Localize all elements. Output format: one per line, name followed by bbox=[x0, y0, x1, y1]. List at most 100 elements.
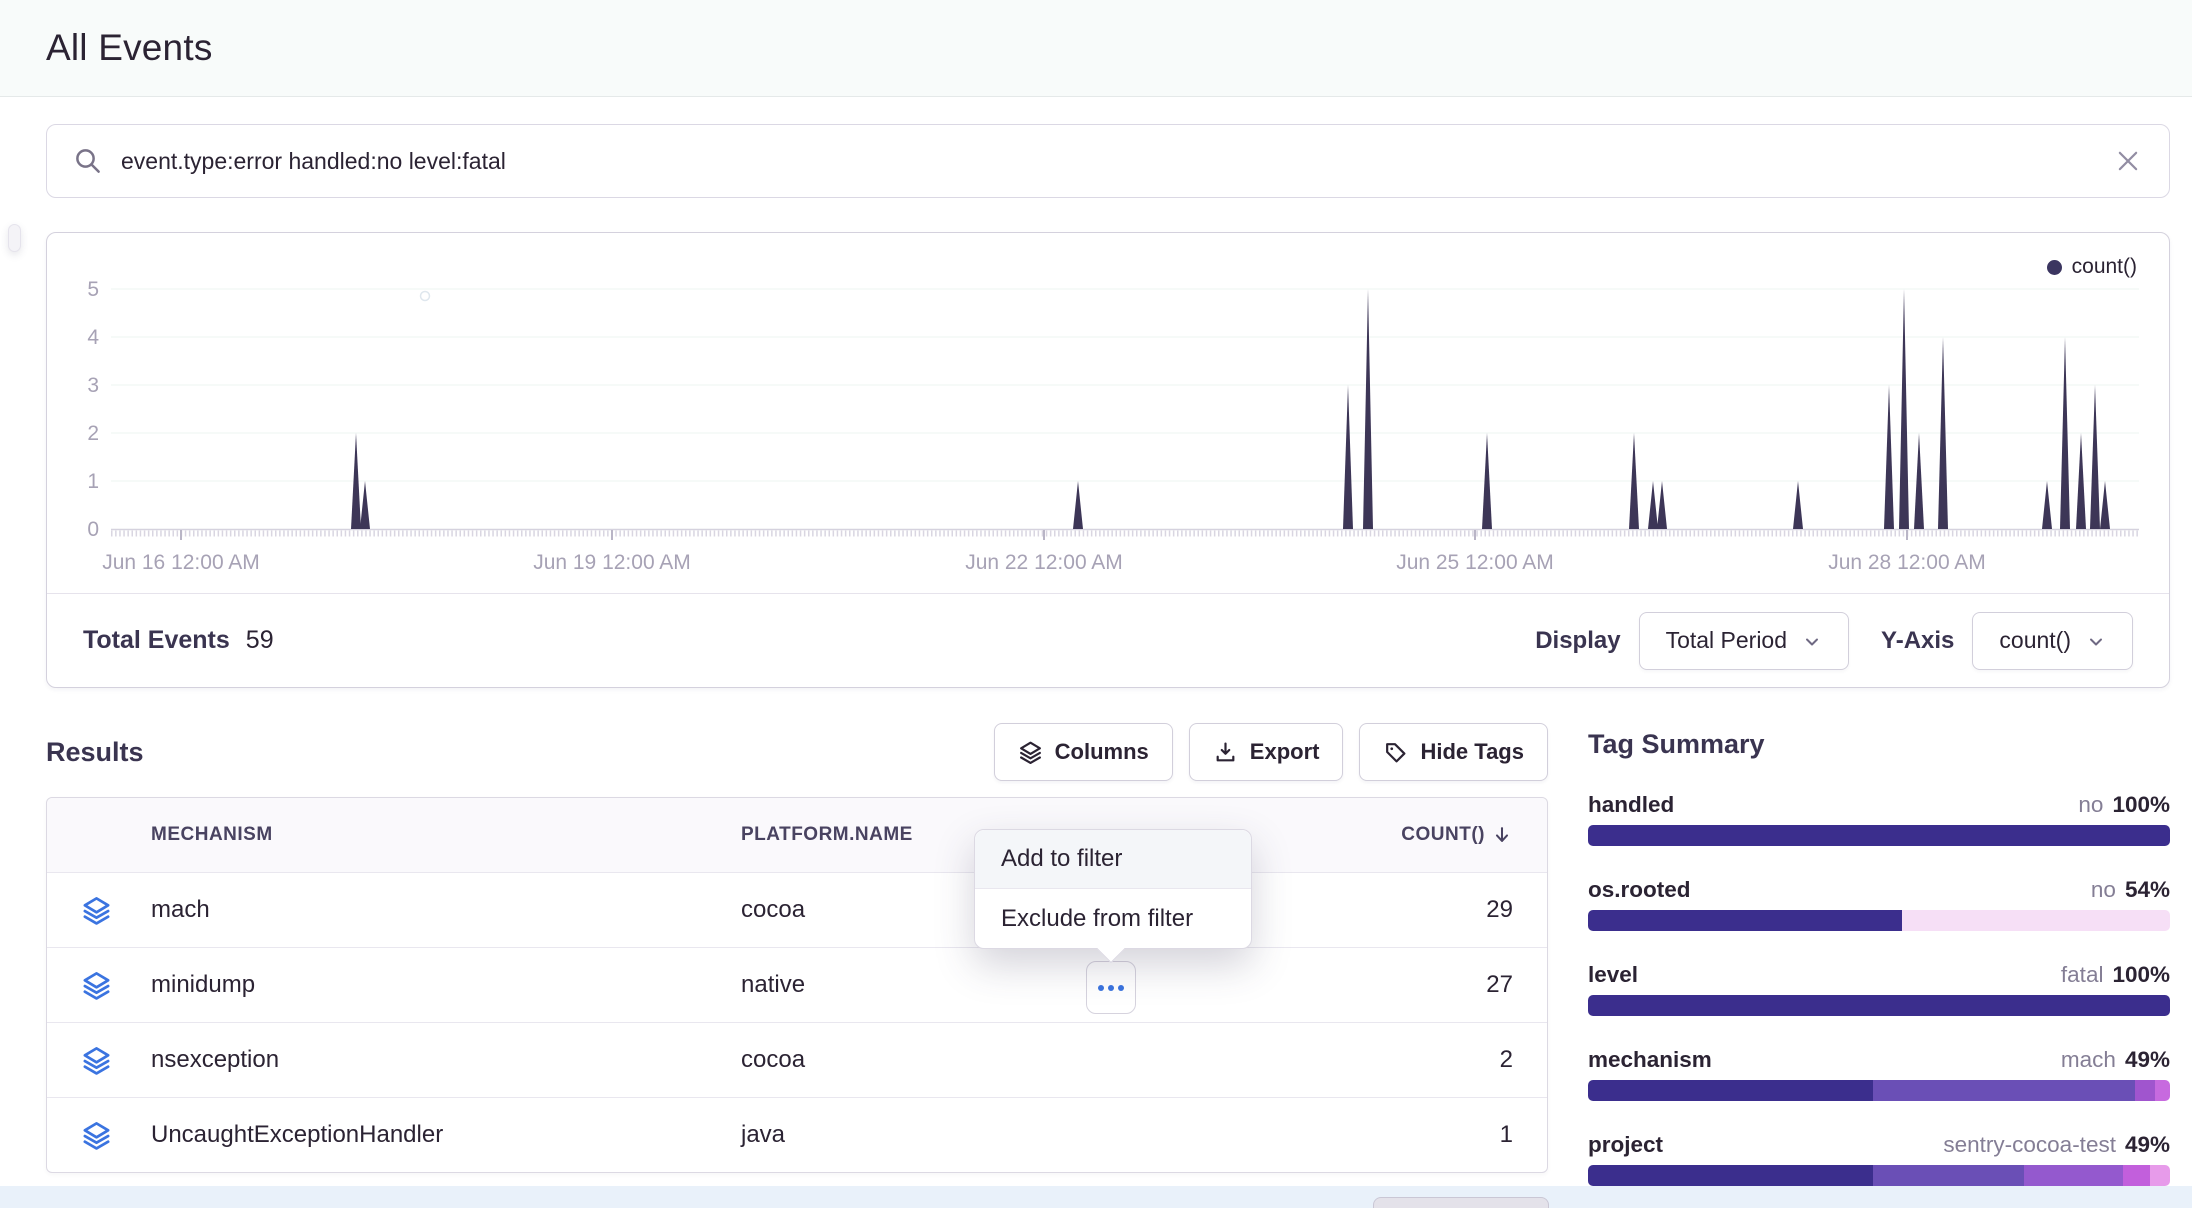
table-row[interactable]: nsexceptioncocoa2 bbox=[47, 1022, 1547, 1097]
x-axis-tick-label: Jun 16 12:00 AM bbox=[102, 551, 260, 574]
tag-distribution-bar[interactable] bbox=[1588, 825, 2170, 846]
columns-button[interactable]: Columns bbox=[994, 723, 1173, 781]
table-header-row: MECHANISM PLATFORM.NAME COUNT() bbox=[47, 798, 1547, 872]
tag-name: mechanism bbox=[1588, 1046, 1712, 1073]
chart-legend-count[interactable]: count() bbox=[2047, 255, 2137, 279]
cell-mechanism[interactable]: UncaughtExceptionHandler bbox=[151, 1121, 741, 1149]
hide-tags-button[interactable]: Hide Tags bbox=[1359, 723, 1548, 781]
x-axis-tick-label: Jun 25 12:00 AM bbox=[1396, 551, 1554, 574]
tag-bar-segment bbox=[1588, 825, 2170, 846]
pagination-button-cutoff[interactable] bbox=[1373, 1197, 1549, 1208]
stack-icon bbox=[81, 970, 151, 1001]
tag-icon bbox=[1383, 740, 1408, 765]
total-events-label: Total Events bbox=[83, 626, 230, 655]
stack-icon bbox=[81, 895, 151, 926]
chart-spike bbox=[360, 481, 370, 529]
search-input[interactable] bbox=[121, 148, 2113, 175]
clear-search-icon[interactable] bbox=[2113, 146, 2143, 176]
legend-dot-icon bbox=[2047, 260, 2062, 275]
tag-distribution-bar[interactable] bbox=[1588, 995, 2170, 1016]
dot-icon bbox=[1098, 985, 1104, 991]
menu-item-add-to-filter[interactable]: Add to filter bbox=[975, 830, 1251, 889]
column-header-count-sorted[interactable]: COUNT() bbox=[1283, 824, 1513, 846]
y-axis-tick-label: 4 bbox=[87, 326, 99, 349]
table-row[interactable]: machcocoa29 bbox=[47, 872, 1547, 947]
display-select-value: Total Period bbox=[1666, 627, 1787, 654]
chart-footer: Total Events 59 Display Total Period Y-A… bbox=[47, 593, 2169, 687]
cell-platform-name[interactable]: native bbox=[741, 971, 1283, 999]
search-icon bbox=[73, 146, 103, 176]
events-chart-panel: 012345Jun 16 12:00 AMJun 19 12:00 AMJun … bbox=[46, 232, 2170, 688]
tag-top-value: fatal bbox=[2061, 961, 2104, 988]
cell-mechanism[interactable]: minidump bbox=[151, 971, 741, 999]
chart-spike bbox=[1073, 481, 1083, 529]
total-events-value: 59 bbox=[246, 626, 274, 655]
stack-icon bbox=[81, 1045, 151, 1076]
table-row[interactable]: UncaughtExceptionHandlerjava1 bbox=[47, 1097, 1547, 1172]
cell-mechanism[interactable]: mach bbox=[151, 896, 741, 924]
cell-actions-ellipsis-button[interactable] bbox=[1086, 961, 1136, 1014]
cell-actions-menu: Add to filter Exclude from filter bbox=[974, 829, 1252, 949]
hide-tags-button-label: Hide Tags bbox=[1420, 739, 1524, 765]
column-header-mechanism[interactable]: MECHANISM bbox=[151, 824, 741, 846]
search-bar[interactable] bbox=[46, 124, 2170, 198]
download-icon bbox=[1213, 740, 1238, 765]
tag-name: handled bbox=[1588, 791, 1674, 818]
display-select[interactable]: Total Period bbox=[1639, 612, 1849, 670]
chart-spike bbox=[1793, 481, 1803, 529]
tag-top-value: mach bbox=[2061, 1046, 2116, 1073]
yaxis-select[interactable]: count() bbox=[1972, 612, 2133, 670]
tag-summary-panel: Tag Summary handledno100%os.rootedno54%l… bbox=[1588, 727, 2170, 1186]
cell-count[interactable]: 1 bbox=[1283, 1121, 1513, 1149]
cell-count[interactable]: 27 bbox=[1283, 971, 1513, 999]
chart-spike bbox=[1884, 385, 1894, 529]
cell-count[interactable]: 29 bbox=[1283, 896, 1513, 924]
tag-distribution-bar[interactable] bbox=[1588, 1165, 2170, 1186]
chart-spike bbox=[2100, 481, 2110, 529]
tag-name: project bbox=[1588, 1131, 1663, 1158]
dot-icon bbox=[1108, 985, 1114, 991]
chart-canvas: 012345Jun 16 12:00 AMJun 19 12:00 AMJun … bbox=[47, 233, 2169, 593]
tag-bar-segment bbox=[2024, 1165, 2123, 1186]
export-button[interactable]: Export bbox=[1189, 723, 1344, 781]
export-button-label: Export bbox=[1250, 739, 1320, 765]
tag-bar-segment bbox=[1588, 1165, 1873, 1186]
events-chart[interactable]: 012345Jun 16 12:00 AMJun 19 12:00 AMJun … bbox=[47, 233, 2169, 593]
tag-percent: 54% bbox=[2125, 876, 2170, 903]
results-heading: Results bbox=[46, 737, 144, 768]
cell-count[interactable]: 2 bbox=[1283, 1046, 1513, 1074]
tag-summary-row: mechanism mach 49% bbox=[1588, 1046, 2170, 1101]
stack-icon bbox=[1018, 740, 1043, 765]
x-axis-tick-label: Jun 22 12:00 AM bbox=[965, 551, 1123, 574]
columns-button-label: Columns bbox=[1055, 739, 1149, 765]
total-events: Total Events 59 bbox=[83, 626, 274, 655]
yaxis-label: Y-Axis bbox=[1881, 627, 1954, 655]
cell-platform-name[interactable]: java bbox=[741, 1121, 1283, 1149]
page-header: All Events bbox=[0, 0, 2192, 97]
y-axis-tick-label: 0 bbox=[87, 518, 99, 541]
table-row[interactable]: minidumpnative27 bbox=[47, 947, 1547, 1022]
tag-bar-segment bbox=[1902, 910, 2170, 931]
page-title: All Events bbox=[46, 27, 213, 69]
cell-platform-name[interactable]: cocoa bbox=[741, 1046, 1283, 1074]
cell-mechanism[interactable]: nsexception bbox=[151, 1046, 741, 1074]
tag-bar-segment bbox=[2135, 1080, 2155, 1101]
chart-point-marker bbox=[421, 292, 430, 301]
tag-bar-segment bbox=[2123, 1165, 2149, 1186]
display-label: Display bbox=[1535, 627, 1620, 655]
chart-spike bbox=[1363, 289, 1373, 529]
tag-bar-segment bbox=[1588, 995, 2170, 1016]
sidebar-drag-handle[interactable] bbox=[8, 224, 21, 252]
chart-spike bbox=[1899, 289, 1909, 529]
tag-top-value: sentry-cocoa-test bbox=[1943, 1131, 2116, 1158]
y-axis-tick-label: 5 bbox=[87, 278, 99, 301]
tag-summary-row: levelfatal100% bbox=[1588, 961, 2170, 1016]
tag-percent: 49% bbox=[2125, 1046, 2170, 1073]
yaxis-select-value: count() bbox=[1999, 627, 2071, 654]
tag-summary-title: Tag Summary bbox=[1588, 727, 2170, 761]
tag-summary-row: handledno100% bbox=[1588, 791, 2170, 846]
tag-summary-row: projectsentry-cocoa-test49% bbox=[1588, 1131, 2170, 1186]
tag-distribution-bar[interactable] bbox=[1588, 1080, 2170, 1101]
tag-distribution-bar[interactable] bbox=[1588, 910, 2170, 931]
page-bottom-strip bbox=[0, 1186, 2192, 1208]
